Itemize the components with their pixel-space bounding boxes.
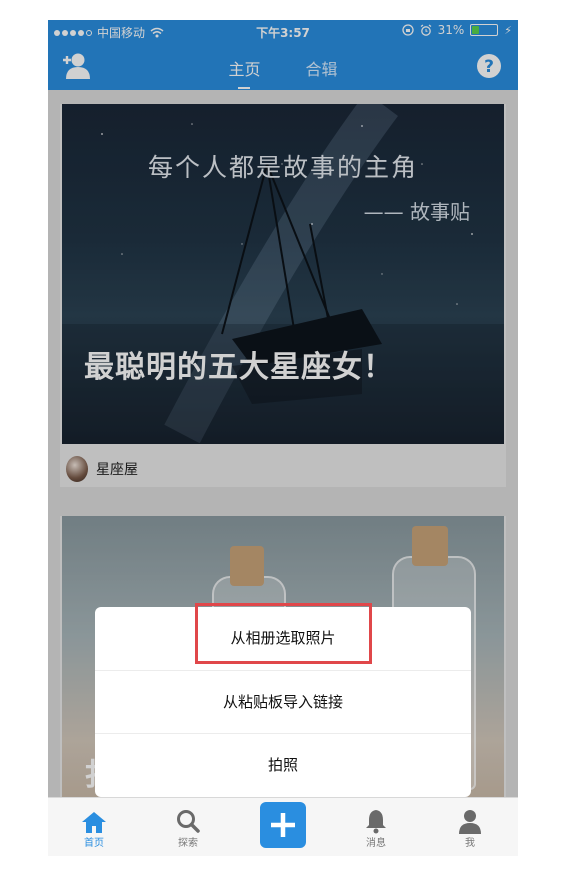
bell-icon: [366, 810, 386, 834]
highlight-box: [195, 603, 372, 664]
user-icon: [459, 810, 481, 834]
tabbar-me[interactable]: 我: [440, 798, 500, 856]
tabbar-messages-label: 消息: [366, 838, 386, 849]
tabbar-messages[interactable]: 消息: [346, 798, 406, 856]
import-link-from-clipboard-button[interactable]: 从粘贴板导入链接: [95, 670, 471, 734]
phone-screen: 中国移动 下午3:57 31% ⚡ 主页 合辑 ? 每个人都是故事的主角 —— …: [48, 20, 518, 856]
tabbar-me-label: 我: [465, 838, 475, 849]
bottom-tab-bar: 首页 探索 消息 我: [48, 797, 518, 856]
search-icon: [177, 810, 200, 833]
take-photo-button[interactable]: 拍照: [95, 733, 471, 797]
tabbar-explore-label: 探索: [178, 838, 198, 849]
compose-button[interactable]: [260, 802, 306, 848]
home-icon: [82, 812, 106, 833]
plus-icon: [271, 813, 295, 837]
tabbar-home[interactable]: 首页: [64, 798, 124, 856]
tabbar-home-label: 首页: [84, 838, 104, 849]
tabbar-explore[interactable]: 探索: [158, 798, 218, 856]
